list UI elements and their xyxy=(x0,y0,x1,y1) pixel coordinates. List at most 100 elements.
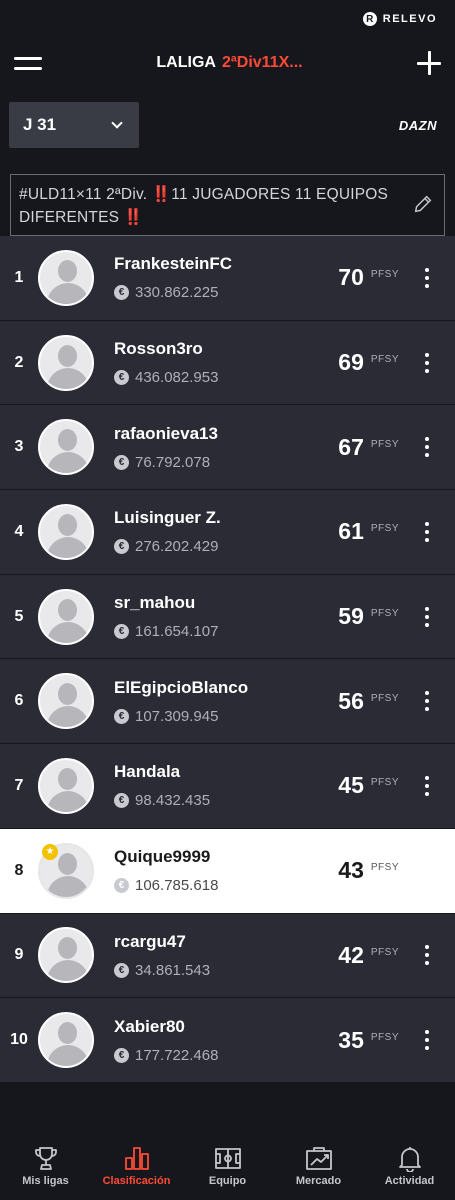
ranking-row[interactable]: 10 Xabier80 € 177.722.468 35 PFSY xyxy=(0,998,455,1083)
team-value: € 98.432.435 xyxy=(114,792,324,809)
player-name: Xabier80 xyxy=(114,1016,185,1036)
player-info: Handala € 98.432.435 xyxy=(114,762,324,809)
avatar[interactable] xyxy=(38,757,94,814)
player-info: Quique9999 € 106.785.618 xyxy=(114,847,324,894)
team-value: € 436.082.953 xyxy=(114,369,324,386)
relevo-logo-icon: R xyxy=(362,12,377,26)
app-screen: R RELEVO LALIGA 2ªDiv11X... J 31 DAZN #U… xyxy=(0,0,455,1200)
avatar[interactable] xyxy=(38,334,94,391)
team-value-amount: 106.785.618 xyxy=(135,877,219,895)
avatar[interactable] xyxy=(38,503,94,560)
more-options-icon[interactable] xyxy=(413,437,441,458)
team-value: € 276.202.429 xyxy=(114,538,324,555)
chevron-down-icon xyxy=(111,116,123,129)
avatar[interactable] xyxy=(38,588,94,645)
ranking-row[interactable]: 2 Rosson3ro € 436.082.953 69 PFSY xyxy=(0,320,455,406)
team-value-amount: 107.309.945 xyxy=(135,707,219,725)
player-info: Rosson3ro € 436.082.953 xyxy=(114,339,324,386)
league-title-accent: 2ªDiv11X... xyxy=(221,54,303,71)
points-unit: PFSY xyxy=(370,438,399,450)
player-name: FrankesteinFC xyxy=(114,254,233,274)
points: 45 PFSY xyxy=(338,772,413,799)
ranking-row[interactable]: 1 FrankesteinFC € 330.862.225 70 PFSY xyxy=(0,236,455,321)
player-info: Luisinguer Z. € 276.202.429 xyxy=(114,508,324,555)
ranking-position: 2 xyxy=(14,353,24,371)
ranking-row[interactable]: 5 sr_mahou € 161.654.107 59 PFSY xyxy=(0,574,455,660)
coin-icon: € xyxy=(114,708,129,724)
points: 35 PFSY xyxy=(338,1027,413,1054)
team-value: € 177.722.468 xyxy=(114,1047,324,1064)
nav-item-mercado[interactable]: Mercado xyxy=(279,1144,359,1187)
player-name: rcargu47 xyxy=(114,931,186,951)
ranking-row[interactable]: 6 ElEgipcioBlanco € 107.309.945 56 PFSY xyxy=(0,659,455,745)
more-options-icon[interactable] xyxy=(413,352,441,373)
ranking-row[interactable]: 3 rafaonieva13 € 76.792.078 67 PFSY xyxy=(0,405,455,491)
avatar[interactable] xyxy=(38,927,94,984)
avatar[interactable] xyxy=(38,419,94,476)
league-description-text: #ULD11×11 2ªDiv. ‼️11 JUGADORES 11 EQUIP… xyxy=(19,186,389,226)
more-options-icon[interactable] xyxy=(413,775,441,796)
more-options-icon[interactable] xyxy=(413,606,441,627)
avatar[interactable] xyxy=(38,673,94,730)
player-name: Luisinguer Z. xyxy=(114,508,221,528)
menu-icon[interactable] xyxy=(14,52,42,74)
pencil-icon[interactable] xyxy=(412,193,434,215)
brand-name: RELEVO xyxy=(382,13,437,25)
points: 67 PFSY xyxy=(338,434,413,461)
star-badge-icon: ★ xyxy=(42,843,58,860)
points-unit: PFSY xyxy=(370,1031,399,1043)
team-value: € 107.309.945 xyxy=(114,708,324,725)
more-options-icon[interactable] xyxy=(413,267,441,288)
nav-label: Mercado xyxy=(295,1175,342,1187)
player-name: Quique9999 xyxy=(114,847,211,867)
more-options-icon[interactable] xyxy=(413,945,441,966)
player-name: sr_mahou xyxy=(114,593,196,613)
points-value: 56 xyxy=(338,687,364,714)
header: LALIGA 2ªDiv11X... xyxy=(0,38,455,88)
dazn-logo: DAZN xyxy=(398,117,437,133)
team-value-amount: 330.862.225 xyxy=(135,284,219,302)
nav-label: Mis ligas xyxy=(22,1175,69,1187)
add-icon[interactable] xyxy=(417,51,441,75)
league-title[interactable]: LALIGA 2ªDiv11X... xyxy=(156,54,302,72)
ranking-position: 10 xyxy=(10,1031,28,1049)
round-selector[interactable]: J 31 xyxy=(9,102,139,148)
player-info: rafaonieva13 € 76.792.078 xyxy=(114,424,324,471)
points-unit: PFSY xyxy=(370,692,399,704)
nav-item-equipo[interactable]: Equipo xyxy=(188,1144,268,1187)
more-options-icon[interactable] xyxy=(413,691,441,712)
nav-item-clasificaci-n[interactable]: Clasificación xyxy=(97,1144,177,1187)
points: 42 PFSY xyxy=(338,942,413,969)
more-options-icon[interactable] xyxy=(413,521,441,542)
ranking-row[interactable]: 4 Luisinguer Z. € 276.202.429 61 PFSY xyxy=(0,490,455,575)
player-info: Xabier80 € 177.722.468 xyxy=(114,1017,324,1064)
avatar[interactable] xyxy=(38,1012,94,1069)
ranking-position: 8 xyxy=(14,861,24,879)
round-row: J 31 DAZN xyxy=(0,88,455,162)
bottom-nav: Mis ligas Clasificación Equipo Mercado A… xyxy=(0,1140,455,1200)
points: 56 PFSY xyxy=(338,688,413,715)
team-value: € 330.862.225 xyxy=(114,284,324,301)
team-value-amount: 76.792.078 xyxy=(135,453,211,471)
coin-icon: € xyxy=(114,454,129,470)
league-description[interactable]: #ULD11×11 2ªDiv. ‼️11 JUGADORES 11 EQUIP… xyxy=(10,174,445,236)
team-value: € 34.861.543 xyxy=(114,962,324,979)
points-value: 35 xyxy=(338,1026,364,1053)
more-options-icon[interactable] xyxy=(413,1030,441,1051)
round-label: J 31 xyxy=(23,115,57,134)
ranking-row[interactable]: 9 rcargu47 € 34.861.543 42 PFSY xyxy=(0,913,455,999)
points-value: 45 xyxy=(338,772,364,799)
avatar[interactable] xyxy=(38,249,94,306)
ranking-row[interactable]: 7 Handala € 98.432.435 45 PFSY xyxy=(0,744,455,829)
more-options-icon[interactable] xyxy=(413,860,441,881)
team-value: € 161.654.107 xyxy=(114,623,324,640)
coin-icon: € xyxy=(114,370,129,386)
nav-item-mis-ligas[interactable]: Mis ligas xyxy=(6,1144,86,1187)
nav-item-actividad[interactable]: Actividad xyxy=(370,1144,450,1187)
team-value-amount: 177.722.468 xyxy=(135,1046,219,1064)
ranking-row[interactable]: 8 ★ Quique9999 € 106.785.618 43 PFSY xyxy=(0,828,455,914)
points-value: 61 xyxy=(338,518,364,545)
points: 59 PFSY xyxy=(338,603,413,630)
coin-icon: € xyxy=(114,1047,129,1063)
points-unit: PFSY xyxy=(370,269,399,281)
